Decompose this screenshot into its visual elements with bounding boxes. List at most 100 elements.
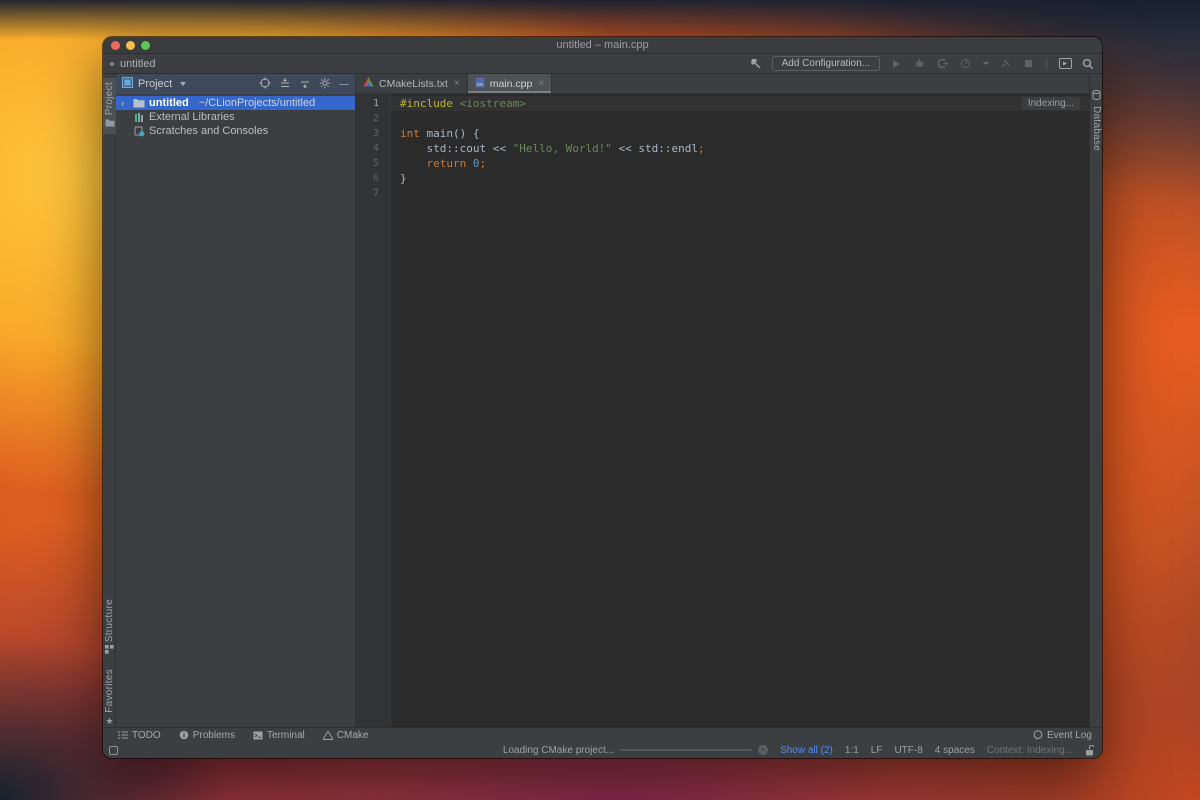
code-line[interactable]	[391, 111, 1089, 126]
terminal-tab[interactable]: Terminal	[253, 730, 305, 741]
stripe-tab-favorites[interactable]: Favorites ★	[103, 669, 116, 727]
code-lines[interactable]: #include <iostream> int main() { std::co…	[391, 94, 1089, 727]
tree-item-name: untitled	[149, 97, 189, 109]
attach-to-process-icon[interactable]	[998, 57, 1012, 71]
favorites-star-icon: ★	[105, 715, 114, 726]
hide-panel-icon[interactable]: —	[339, 79, 349, 90]
code-line[interactable]: return 0;	[391, 156, 1089, 171]
gutter-numbers: 1234567	[356, 94, 391, 727]
stripe-tab-favorites-label: Favorites	[104, 669, 115, 713]
tab-label: main.cpp	[489, 77, 533, 90]
tree-row-external-libraries[interactable]: External Libraries	[116, 110, 355, 124]
expand-all-icon[interactable]	[279, 77, 291, 92]
project-crumb-icon	[110, 61, 114, 66]
todo-list-icon	[118, 731, 128, 739]
cancel-progress-icon[interactable]: ×	[758, 745, 769, 755]
terminal-icon	[253, 731, 263, 739]
status-bar: Loading CMake project... × Show all (2) …	[103, 742, 1102, 758]
status-bar-widgets: Loading CMake project... × Show all (2) …	[502, 744, 1094, 756]
unlocked-icon[interactable]	[1085, 744, 1094, 756]
cmake-tab[interactable]: CMake	[322, 729, 369, 741]
run-toolbar: Add Configuration...	[749, 56, 1095, 71]
indexing-status: Indexing...	[1021, 97, 1080, 110]
running-processes-icon[interactable]	[1058, 57, 1072, 71]
line-separator-widget[interactable]: LF	[871, 745, 883, 756]
clion-window: untitled – main.cpp untitled Add Configu…	[103, 37, 1102, 758]
encoding-widget[interactable]: UTF-8	[894, 745, 922, 756]
code-editor[interactable]: 1234567 #include <iostream> int main() {…	[356, 94, 1089, 727]
tab-label: CMakeLists.txt	[379, 77, 448, 90]
code-line[interactable]	[391, 186, 1089, 201]
editor-area: CMakeLists.txt × C++ main.cpp × 1234567 …	[356, 74, 1089, 727]
tree-row-scratches[interactable]: Scratches and Consoles	[116, 124, 355, 138]
tab-cmakelists[interactable]: CMakeLists.txt ×	[356, 74, 468, 93]
project-panel-title[interactable]: Project	[138, 78, 172, 90]
run-icon[interactable]	[889, 57, 903, 71]
panel-header-actions: —	[259, 77, 349, 92]
project-folder-icon	[105, 118, 115, 130]
stripe-tab-database-label: Database	[1091, 106, 1102, 152]
toolwindow-quick-access-icon[interactable]	[109, 745, 118, 755]
tree-row-project-root[interactable]: › untitled ~/CLionProjects/untitled	[116, 96, 355, 110]
structure-icon	[105, 645, 114, 657]
problems-tab[interactable]: Problems	[179, 730, 235, 741]
tree-item-name: External Libraries	[149, 111, 235, 123]
stripe-tab-database[interactable]: Database	[1090, 90, 1102, 151]
project-tree: › untitled ~/CLionProjects/untitled Exte…	[116, 94, 355, 138]
problems-icon	[179, 730, 189, 740]
tab-close-icon[interactable]: ×	[538, 78, 544, 89]
code-line[interactable]: std::cout << "Hello, World!" << std::end…	[391, 141, 1089, 156]
event-log-icon	[1033, 730, 1043, 740]
cmake-label: CMake	[336, 729, 369, 741]
svg-text:C++: C++	[477, 82, 483, 86]
stripe-tab-structure-label: Structure	[104, 599, 115, 643]
titlebar: untitled – main.cpp	[103, 37, 1102, 54]
code-line[interactable]: #include <iostream>	[391, 96, 1089, 111]
right-toolwindow-stripe: Database	[1089, 74, 1102, 727]
loading-label: Loading CMake project...	[502, 744, 615, 756]
main-area: Project Structure Favorites ★ Project — …	[103, 74, 1102, 727]
editor-tabs: CMakeLists.txt × C++ main.cpp ×	[356, 74, 1089, 94]
add-configuration-button[interactable]: Add Configuration...	[771, 56, 880, 71]
terminal-label: Terminal	[266, 729, 305, 741]
project-view-icon	[122, 77, 133, 91]
left-toolwindow-stripe: Project Structure Favorites ★	[103, 74, 116, 727]
run-with-coverage-icon[interactable]	[935, 57, 949, 71]
show-all-link[interactable]: Show all (2)	[780, 745, 833, 756]
breadcrumb[interactable]: untitled	[120, 58, 155, 70]
event-log-button[interactable]: Event Log	[1033, 730, 1092, 741]
profiler-dropdown-caret[interactable]	[983, 62, 989, 65]
external-libraries-icon	[133, 111, 145, 123]
panel-settings-gear-icon[interactable]	[319, 77, 331, 92]
scratches-icon	[133, 125, 145, 137]
cmake-tab-icon	[322, 730, 333, 740]
project-view-dropdown-caret[interactable]	[180, 82, 187, 86]
indent-widget[interactable]: 4 spaces	[935, 745, 975, 756]
project-toolwindow: Project — › untitled ~/CLionProjects/unt…	[116, 74, 356, 727]
project-panel-header: Project —	[116, 74, 355, 94]
toolbar-separator	[1046, 57, 1047, 70]
database-icon	[1092, 90, 1101, 103]
caret-position-widget[interactable]: 1:1	[845, 745, 859, 756]
tab-close-icon[interactable]: ×	[454, 78, 460, 89]
search-everywhere-icon[interactable]	[1081, 57, 1095, 71]
tree-expand-chevron-icon[interactable]: ›	[121, 96, 129, 110]
tab-main-cpp[interactable]: C++ main.cpp ×	[467, 74, 553, 93]
collapse-all-icon[interactable]	[299, 77, 311, 92]
code-line[interactable]: }	[391, 171, 1089, 186]
build-hammer-icon[interactable]	[749, 57, 763, 71]
cmake-progress: Loading CMake project... ×	[502, 744, 769, 756]
code-line[interactable]: int main() {	[391, 126, 1089, 141]
locate-file-icon[interactable]	[259, 77, 271, 92]
navigation-bar[interactable]: untitled	[110, 58, 155, 70]
todo-tab[interactable]: TODO	[118, 730, 161, 741]
folder-icon	[133, 97, 145, 109]
tree-item-name: Scratches and Consoles	[149, 125, 269, 137]
stop-icon[interactable]	[1021, 57, 1035, 71]
event-log-label: Event Log	[1046, 729, 1092, 741]
profiler-icon[interactable]	[958, 57, 972, 71]
stripe-tab-project[interactable]: Project	[103, 78, 116, 135]
stripe-tab-structure[interactable]: Structure	[103, 599, 116, 657]
window-title: untitled – main.cpp	[556, 39, 649, 51]
debug-bug-icon[interactable]	[912, 57, 926, 71]
